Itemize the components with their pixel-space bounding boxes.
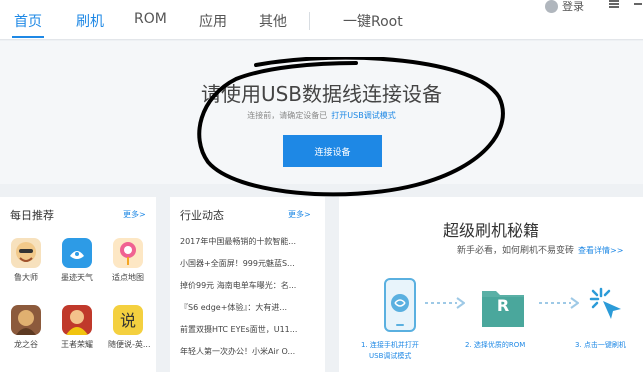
step-1-label: 1. 连接手机并打开 USB调试模式 <box>361 340 419 362</box>
flash-guide-tagline: 新手必看，如何刷机不易变砖 <box>457 246 575 256</box>
app-label: 适点地图 <box>112 273 144 282</box>
news-item[interactable]: 年轻人第一次办公！小米Air O... <box>180 346 310 357</box>
connect-device-banner: 请使用USB数据线连接设备 连接前，请确定设备已 打开USB调试模式 连接设备 <box>0 41 643 197</box>
top-navigation-bar: 首页 刷机 ROM 应用 其他 一键Root 登录 <box>0 0 643 40</box>
click-burst-icon <box>589 287 621 319</box>
active-tab-indicator <box>12 36 44 38</box>
app-label: 王者荣耀 <box>61 340 93 349</box>
app-item[interactable]: 墨迹天气 <box>57 238 97 283</box>
step-2-label: 2. 选择优质的ROM <box>465 341 526 349</box>
map-pin-icon <box>113 238 143 268</box>
tab-apps[interactable]: 应用 <box>199 11 227 31</box>
rom-folder-icon: R <box>480 283 526 329</box>
app-label: 墨迹天气 <box>61 273 93 282</box>
daily-more-link[interactable]: 更多> <box>123 209 146 220</box>
arrow-right-icon <box>425 297 465 309</box>
tab-rom[interactable]: ROM <box>134 11 167 27</box>
moji-weather-icon <box>62 238 92 268</box>
app-label: 随便说-英... <box>108 340 151 349</box>
rom-card-letter: R <box>496 296 510 315</box>
industry-news-title: 行业动态 <box>180 209 224 222</box>
news-item[interactable]: 『S6 edge+体验』：大有进... <box>180 302 310 313</box>
news-item[interactable]: 小国器+全面屏！999元魅蓝S... <box>180 258 310 269</box>
hand-drawn-circle-annotation <box>197 57 505 197</box>
tab-flash[interactable]: 刷机 <box>76 11 104 31</box>
step-1-line1: 1. 连接手机并打开 <box>361 341 419 349</box>
svg-text:说: 说 <box>120 311 136 330</box>
flash-guide-panel: 超级刷机秘籍 新手必看，如何刷机不易变砖 查看详情>> R 1. 连接手机并打开… <box>339 197 643 372</box>
tab-home[interactable]: 首页 <box>14 11 42 31</box>
app-item[interactable]: 说 随便说-英... <box>108 305 151 350</box>
dragon-nest-icon <box>11 305 41 335</box>
honor-of-kings-icon <box>62 305 92 335</box>
step-3-label: 3. 点击一键刷机 <box>575 341 626 349</box>
user-icon <box>545 0 558 13</box>
app-label: 龙之谷 <box>14 340 38 349</box>
app-label: 鲁大师 <box>14 273 38 282</box>
view-details-link[interactable]: 查看详情>> <box>578 246 623 255</box>
news-item[interactable]: 掉价99元 海南电单车曝光：名... <box>180 280 310 291</box>
news-item[interactable]: 2017年中国最畅销的十款智能... <box>180 236 310 247</box>
app-item[interactable]: 王者荣耀 <box>57 305 97 350</box>
minimize-icon[interactable] <box>634 3 642 5</box>
news-more-link[interactable]: 更多> <box>288 209 311 220</box>
daily-recommend-panel: 每日推荐 更多> 鲁大师 墨迹天气 适点地图 龙之谷 王者荣耀 说 随便说-英.… <box>0 197 156 372</box>
industry-news-panel: 行业动态 更多> 2017年中国最畅销的十款智能... 小国器+全面屏！999元… <box>170 197 325 372</box>
phone-icon <box>384 278 416 332</box>
speak-icon: 说 <box>113 305 143 335</box>
daily-recommend-title: 每日推荐 <box>10 209 54 222</box>
news-item[interactable]: 前置双摄HTC EYEs面世，U11... <box>180 324 310 335</box>
app-item[interactable]: 适点地图 <box>108 238 148 283</box>
ludashi-icon <box>11 238 41 268</box>
tab-other[interactable]: 其他 <box>259 11 287 31</box>
step-1-line2: USB调试模式 <box>369 352 412 360</box>
tab-one-click-root[interactable]: 一键Root <box>343 11 403 31</box>
app-item[interactable]: 鲁大师 <box>6 238 46 283</box>
login-label: 登录 <box>562 0 584 13</box>
flash-guide-subtitle: 新手必看，如何刷机不易变砖 查看详情>> <box>457 243 623 256</box>
arrow-right-icon <box>539 297 579 309</box>
app-item[interactable]: 龙之谷 <box>6 305 46 350</box>
tab-divider <box>309 12 310 30</box>
flash-guide-title: 超级刷机秘籍 <box>442 221 539 240</box>
login-button[interactable]: 登录 <box>545 0 584 14</box>
menu-icon[interactable] <box>609 0 619 8</box>
